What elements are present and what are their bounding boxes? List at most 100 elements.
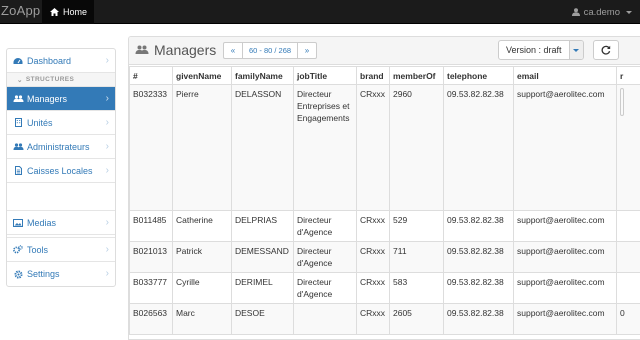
cell-brand: CRxxx — [356, 272, 390, 304]
cell-id: B021013 — [129, 241, 173, 273]
cell-extra — [616, 272, 640, 304]
pager-next-button[interactable]: » — [297, 42, 317, 59]
cell-email: support@aerolitec.com — [513, 303, 617, 335]
cell-given-name: Marc — [172, 303, 232, 335]
page-title-text: Managers — [154, 42, 217, 58]
chevron-right-icon: › — [105, 165, 109, 176]
sidebar-item-label: Managers — [27, 93, 68, 104]
refresh-button[interactable] — [593, 40, 619, 60]
sidebar-item-label: Unités — [27, 117, 53, 128]
cell-telephone: 09.53.82.82.38 — [443, 241, 514, 273]
cell-job-title: Directeur d'Agence — [293, 210, 357, 242]
table-row[interactable]: B011485 Catherine DELPRIAS Directeur d'A… — [129, 210, 640, 242]
users-icon — [13, 142, 23, 150]
pagination: « 60 - 80 / 268 » — [223, 42, 317, 59]
column-header[interactable]: jobTitle — [293, 66, 357, 85]
cell-family-name: DELASSON — [231, 84, 294, 211]
cell-email: support@aerolitec.com — [513, 272, 617, 304]
cell-family-name: DELPRIAS — [231, 210, 294, 242]
cell-telephone: 09.53.82.82.38 — [443, 210, 514, 242]
managers-table: # givenName familyName jobTitle brand me… — [129, 66, 640, 335]
cell-brand: CRxxx — [356, 210, 390, 242]
cell-brand: CRxxx — [356, 303, 390, 335]
sidebar-item-unites[interactable]: Unités › — [7, 111, 115, 135]
building-icon — [14, 118, 22, 127]
cell-job-title: Directeur Entreprises et Engagements — [293, 84, 357, 211]
cell-given-name: Cyrille — [172, 272, 232, 304]
column-header[interactable]: email — [513, 66, 617, 85]
sidebar-item-medias[interactable]: Medias › — [7, 211, 115, 235]
cell-job-title: Directeur d'Agence — [293, 241, 357, 273]
cell-extra — [616, 84, 640, 211]
version-label: Version : draft — [506, 45, 562, 55]
cell-member-of: 711 — [389, 241, 444, 273]
column-header[interactable]: telephone — [443, 66, 514, 85]
cell-job-title — [293, 303, 357, 335]
sidebar-item-tools[interactable]: Tools › — [7, 238, 115, 262]
chevron-right-icon: › — [105, 93, 109, 104]
column-header[interactable]: memberOf — [389, 66, 444, 85]
managers-panel: Managers « 60 - 80 / 268 » Version : dra… — [128, 36, 640, 340]
sidebar-item-label: Settings — [27, 269, 60, 279]
cell-given-name: Patrick — [172, 241, 232, 273]
cell-member-of: 2960 — [389, 84, 444, 211]
sidebar-item-caisses-locales[interactable]: Caisses Locales › — [7, 159, 115, 183]
column-header[interactable]: # — [129, 66, 173, 85]
cell-telephone: 09.53.82.82.38 — [443, 272, 514, 304]
cell-member-of: 529 — [389, 210, 444, 242]
table-row[interactable]: B033777 Cyrille DERIMEL Directeur d'Agen… — [129, 272, 640, 304]
column-header[interactable]: brand — [356, 66, 390, 85]
sidebar-item-settings[interactable]: Settings › — [7, 262, 115, 286]
cell-job-title: Directeur d'Agence — [293, 272, 357, 304]
section-header-label: STRUCTURES — [25, 76, 75, 83]
users-icon — [13, 94, 23, 102]
cell-telephone: 09.53.82.82.38 — [443, 84, 514, 211]
user-caret-icon — [626, 10, 632, 14]
cell-given-name: Catherine — [172, 210, 232, 242]
sidebar-item-label: Tools — [27, 244, 49, 255]
user-icon — [571, 8, 580, 16]
version-dropdown[interactable]: Version : draft — [498, 40, 584, 60]
table-header-row: # givenName familyName jobTitle brand me… — [129, 66, 640, 85]
chevron-right-icon: › — [105, 244, 109, 255]
chevron-right-icon: › — [105, 141, 109, 152]
managers-table-container[interactable]: # givenName familyName jobTitle brand me… — [129, 66, 640, 339]
chevron-down-icon[interactable] — [568, 41, 583, 59]
table-row[interactable]: B026563 Marc DESOE CRxxx 2605 09.53.82.8… — [129, 303, 640, 335]
image-icon — [13, 218, 23, 227]
sidebar-item-label: Medias — [27, 217, 57, 228]
cell-email: support@aerolitec.com — [513, 84, 617, 211]
top-navbar: ZoApp Home ca.demo — [0, 0, 640, 24]
cell-id: B033777 — [129, 272, 173, 304]
chevron-right-icon: › — [105, 55, 109, 66]
sidebar-item-label: Caisses Locales — [27, 165, 93, 176]
sidebar: Dashboard › ⌄ STRUCTURES Managers › Unit… — [6, 48, 116, 287]
sidebar-item-administrateurs[interactable]: Administrateurs › — [7, 135, 115, 159]
cell-family-name: DESOE — [231, 303, 294, 335]
column-header[interactable]: familyName — [231, 66, 294, 85]
panel-header: Managers « 60 - 80 / 268 » Version : dra… — [129, 37, 640, 65]
table-row[interactable]: B021013 Patrick DEMESSAND Directeur d'Ag… — [129, 241, 640, 273]
nav-home-label: Home — [63, 7, 88, 17]
table-row[interactable]: B032333 Pierre DELASSON Directeur Entrep… — [129, 84, 640, 211]
cell-telephone: 09.53.82.82.38 — [443, 303, 514, 335]
app-brand[interactable]: ZoApp — [1, 3, 40, 18]
sidebar-item-label: Dashboard — [27, 55, 72, 66]
row-resize-handle[interactable] — [620, 88, 624, 116]
cell-id: B032333 — [129, 84, 173, 211]
pager-info[interactable]: 60 - 80 / 268 — [243, 42, 297, 59]
home-icon — [50, 8, 59, 16]
sidebar-item-dashboard[interactable]: Dashboard › — [7, 49, 115, 73]
user-name: ca.demo — [583, 6, 620, 18]
cell-family-name: DERIMEL — [231, 272, 294, 304]
cell-extra — [616, 241, 640, 273]
column-header[interactable]: r — [616, 66, 640, 85]
sidebar-item-managers[interactable]: Managers › — [7, 87, 115, 111]
page-title: Managers — [135, 42, 216, 58]
nav-home-tab[interactable]: Home — [42, 0, 94, 24]
cell-brand: CRxxx — [356, 84, 390, 211]
gear-icon — [14, 270, 22, 278]
user-menu[interactable]: ca.demo — [571, 0, 632, 24]
column-header[interactable]: givenName — [172, 66, 232, 85]
pager-prev-button[interactable]: « — [223, 42, 243, 59]
